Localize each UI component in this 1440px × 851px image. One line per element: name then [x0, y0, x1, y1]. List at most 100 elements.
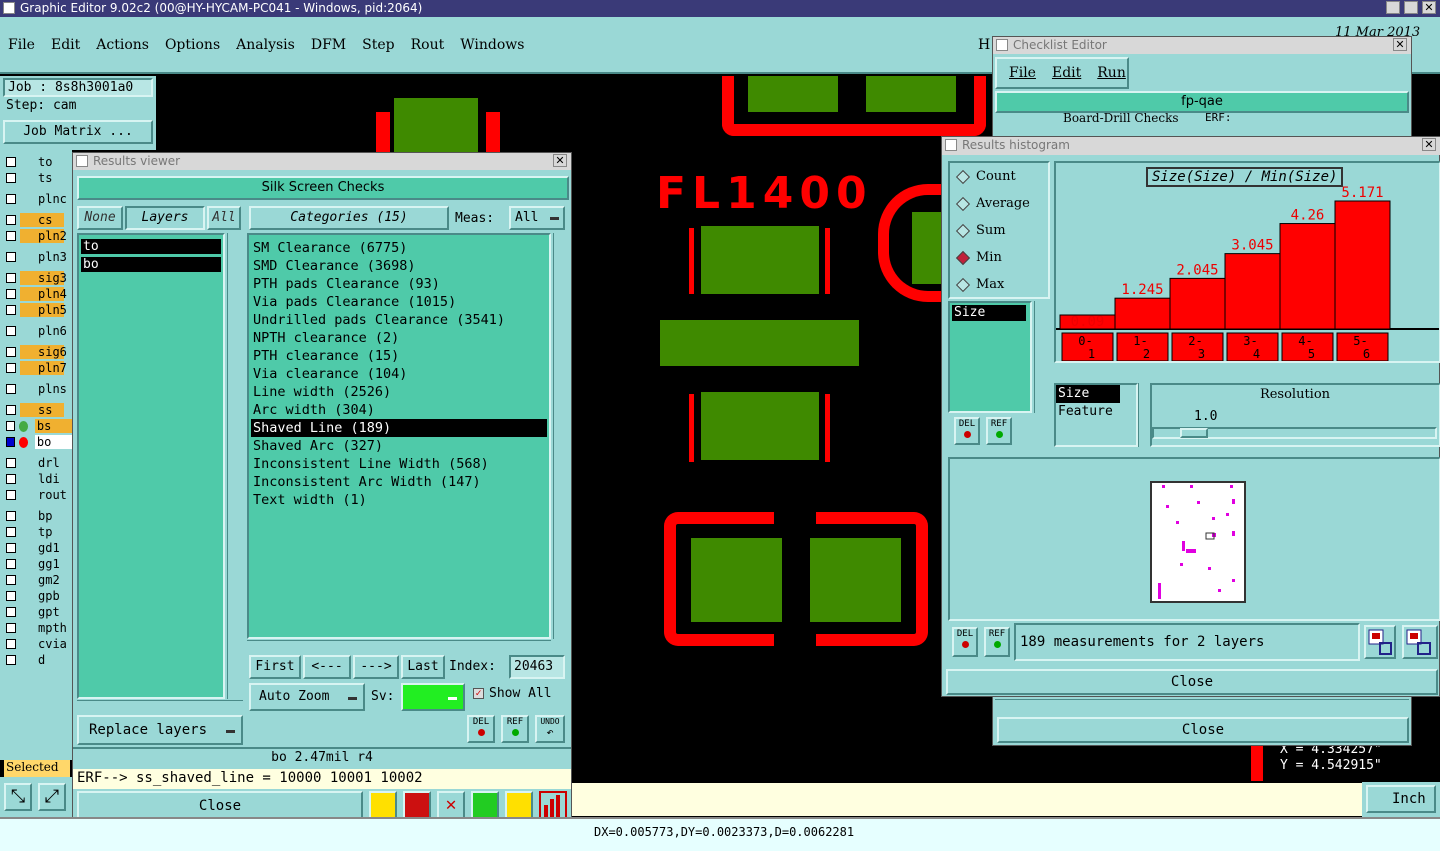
attribute-item[interactable]: Size [1056, 385, 1120, 403]
layer-row[interactable]: tp [6, 524, 72, 540]
layer-checkbox[interactable] [6, 289, 16, 299]
zoom-area-icon[interactable]: ⤢ [38, 783, 66, 811]
preview-del-button[interactable]: DEL [952, 627, 978, 657]
layer-row[interactable]: ldi [6, 471, 72, 487]
aggregate-option-min[interactable]: Min [950, 244, 1048, 271]
layer-checkbox[interactable] [6, 655, 16, 665]
resolution-slider[interactable] [1152, 427, 1437, 439]
menu-rout[interactable]: Rout [411, 37, 445, 53]
hist-ref-button[interactable]: REF [986, 417, 1012, 445]
categories-button[interactable]: Categories (15) [249, 206, 449, 230]
layer-checkbox[interactable] [6, 490, 16, 500]
layer-checkbox[interactable] [6, 157, 16, 167]
layer-checkbox[interactable] [6, 405, 16, 415]
histogram-bar[interactable] [1114, 297, 1171, 330]
layer-row[interactable]: gg1 [6, 556, 72, 572]
attribute-item[interactable]: Feature [1056, 403, 1136, 421]
histogram-bar[interactable] [1169, 277, 1226, 330]
layer-row[interactable]: d [6, 652, 72, 668]
layer-row[interactable]: bs [6, 418, 72, 434]
category-item[interactable]: SMD Clearance (3698) [251, 257, 547, 275]
checklist-row[interactable]: Board-Drill Checks [1063, 111, 1179, 125]
layer-checkbox[interactable] [6, 421, 15, 431]
undo-button[interactable]: UNDO ↶ [535, 715, 565, 743]
layer-checkbox[interactable] [6, 363, 16, 373]
checklist-menu-file[interactable]: File [1009, 65, 1036, 81]
close-icon[interactable]: ✕ [1393, 38, 1407, 51]
measure-list-item[interactable]: Size [952, 305, 1026, 321]
layer-row[interactable]: gm2 [6, 572, 72, 588]
menu-options[interactable]: Options [165, 37, 220, 53]
layer-checkbox[interactable] [6, 305, 16, 315]
layer-hscrollbar[interactable] [77, 700, 243, 714]
category-item[interactable]: Arc width (304) [251, 401, 547, 419]
layer-checkbox[interactable] [6, 194, 16, 204]
maximize-button[interactable] [1404, 1, 1418, 14]
menu-actions[interactable]: Actions [96, 37, 149, 53]
layer-checkbox[interactable] [6, 511, 16, 521]
attribute-scrollbar[interactable] [1138, 383, 1150, 447]
category-item[interactable]: Via pads Clearance (1015) [251, 293, 547, 311]
export-icon-2[interactable] [1402, 625, 1438, 659]
layer-row[interactable]: drl [6, 455, 72, 471]
layer-checkbox[interactable] [6, 591, 16, 601]
category-item[interactable]: Shaved Line (189) [251, 419, 547, 437]
menu-edit[interactable]: Edit [51, 37, 80, 53]
close-icon[interactable]: ✕ [1422, 138, 1436, 151]
menu-dfm[interactable]: DFM [311, 37, 346, 53]
aggregate-option-sum[interactable]: Sum [950, 217, 1048, 244]
layer-checkbox[interactable] [6, 559, 16, 569]
checklist-menu-run[interactable]: Run [1097, 65, 1126, 81]
layer-row[interactable]: gd1 [6, 540, 72, 556]
category-item[interactable]: Shaved Arc (327) [251, 437, 547, 455]
histogram-bar[interactable] [1224, 253, 1281, 330]
layer-checkbox[interactable] [6, 437, 15, 447]
layer-checkbox[interactable] [6, 543, 16, 553]
layer-row[interactable]: cvia [6, 636, 72, 652]
close-icon[interactable]: ✕ [1422, 1, 1436, 14]
job-matrix-button[interactable]: Job Matrix ... [3, 120, 153, 144]
layer-checkbox[interactable] [6, 527, 16, 537]
next-button[interactable]: ---> [353, 655, 399, 679]
preview-ref-button[interactable]: REF [984, 627, 1010, 657]
none-button[interactable]: None [77, 206, 123, 230]
layer-row[interactable]: pln2 [6, 228, 72, 244]
layer-checkbox[interactable] [6, 347, 16, 357]
show-all-checkbox[interactable]: ✓ [473, 688, 484, 699]
sv-color-dropdown[interactable] [401, 683, 465, 711]
all-button[interactable]: All [207, 206, 241, 230]
measure-scrollbar[interactable] [1034, 301, 1050, 413]
board-preview[interactable] [1150, 481, 1246, 603]
layer-row[interactable]: bp [6, 508, 72, 524]
selected-layer-item[interactable]: to [81, 239, 221, 254]
category-item[interactable]: NPTH clearance (2) [251, 329, 547, 347]
layer-checkbox[interactable] [6, 273, 16, 283]
layer-row[interactable]: ts [6, 170, 72, 186]
category-item[interactable]: SM Clearance (6775) [251, 239, 547, 257]
histogram-bar[interactable] [1279, 223, 1336, 330]
layer-row[interactable]: pln6 [6, 323, 72, 339]
layer-row[interactable]: ss [6, 402, 72, 418]
close-icon[interactable]: ✕ [553, 154, 567, 167]
layer-row[interactable]: pln3 [6, 249, 72, 265]
layer-checkbox[interactable] [6, 173, 16, 183]
layer-checkbox[interactable] [6, 474, 16, 484]
category-item[interactable]: Text width (1) [251, 491, 547, 509]
prev-button[interactable]: <--- [303, 655, 351, 679]
category-item[interactable]: PTH clearance (15) [251, 347, 547, 365]
layer-checkbox[interactable] [6, 623, 16, 633]
checklist-menu-edit[interactable]: Edit [1052, 65, 1081, 81]
menu-help-partial[interactable]: H [978, 37, 990, 53]
checklist-hscrollbar[interactable] [995, 699, 1409, 713]
selected-layer-item[interactable]: bo [81, 257, 221, 272]
layer-row[interactable]: to [6, 154, 72, 170]
layer-checkbox[interactable] [6, 458, 16, 468]
zoom-fit-icon[interactable]: ⤡ [4, 783, 32, 811]
index-input[interactable]: 20463 [509, 655, 565, 679]
layer-scrollbar[interactable] [227, 233, 243, 699]
layer-row[interactable]: gpt [6, 604, 72, 620]
menu-analysis[interactable]: Analysis [236, 37, 295, 53]
slider-handle[interactable] [1180, 428, 1208, 438]
layer-row[interactable]: pln7 [6, 360, 72, 376]
menu-step[interactable]: Step [362, 37, 394, 53]
